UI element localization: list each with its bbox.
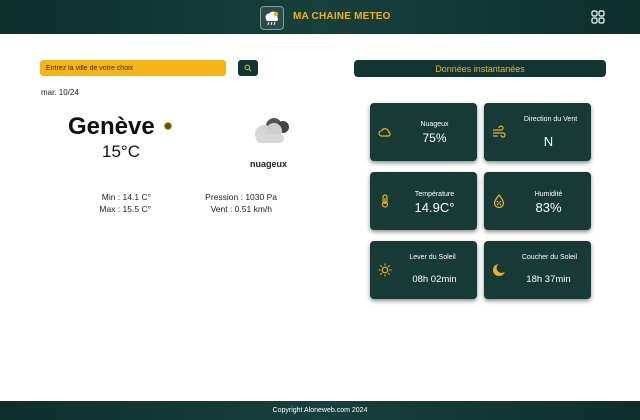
wind-speed: Vent : 0.51 km/h xyxy=(210,204,272,214)
card-value: 75% xyxy=(422,131,447,145)
card-value: 18h 37min xyxy=(526,274,571,285)
instant-data-title: Données instantanées xyxy=(354,60,606,77)
card-value: N xyxy=(543,134,554,149)
temp-max: Max : 15.5 C° xyxy=(99,204,151,214)
menu-grid-icon[interactable] xyxy=(591,10,605,24)
search-icon xyxy=(244,64,252,72)
thermometer-icon xyxy=(381,194,389,208)
app-header: MA CHAINE METEO xyxy=(0,0,640,34)
location-marker-icon xyxy=(164,122,172,130)
logo-icon[interactable] xyxy=(260,6,284,30)
card-value: 83% xyxy=(535,200,562,215)
brand-title: MA CHAINE METEO xyxy=(293,11,391,22)
card-label: Lever du Soleil xyxy=(409,254,456,261)
cloud-icon xyxy=(378,128,391,137)
city-name: Genève xyxy=(68,113,155,140)
weather-condition: nuageux xyxy=(250,159,288,169)
card-value: 08h 02min xyxy=(412,274,457,285)
cloud-weather-icon xyxy=(255,118,289,143)
card-sunrise: Lever du Soleil 08h 02min xyxy=(370,241,477,299)
footer-copyright: Copyright Aloneweb.com 2024 xyxy=(272,407,368,414)
wind-icon xyxy=(493,125,506,138)
humidity-icon xyxy=(493,194,505,208)
current-date: mar. 10/24 xyxy=(41,88,79,97)
city-search-input[interactable] xyxy=(40,60,226,76)
card-sunset: Coucher du Soleil 18h 37min xyxy=(484,241,591,299)
card-label: Coucher du Soleil xyxy=(521,254,578,261)
card-label: Direction du Vent xyxy=(523,116,578,123)
card-value: 14.9C° xyxy=(414,200,455,215)
sunrise-icon xyxy=(378,263,392,277)
moon-icon xyxy=(493,263,506,276)
card-label: Humidité xyxy=(534,191,563,198)
card-label: Température xyxy=(414,191,455,198)
card-temperature: Température 14.9C° xyxy=(370,172,477,230)
pressure: Pression : 1030 Pa xyxy=(205,192,277,202)
card-cloudiness: Nuageux 75% xyxy=(370,103,477,161)
card-humidity: Humidité 83% xyxy=(484,172,591,230)
card-wind-direction: Direction du Vent N xyxy=(484,103,591,161)
search-button[interactable] xyxy=(238,60,258,76)
current-temperature: 15°C xyxy=(102,142,140,161)
card-label: Nuageux xyxy=(420,121,449,128)
temp-min: Min : 14.1 C° xyxy=(101,192,151,202)
footer: Copyright Aloneweb.com 2024 xyxy=(0,401,640,420)
